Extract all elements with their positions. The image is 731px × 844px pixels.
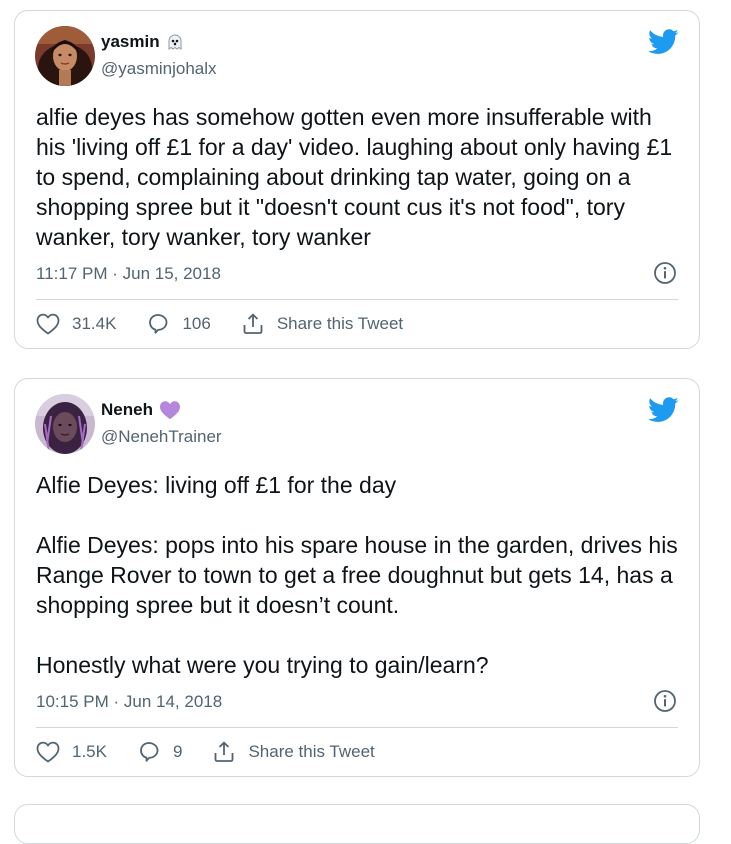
share-button[interactable]: Share this Tweet	[241, 312, 403, 336]
tweet-actions: 31.4K 106 Share this Tweet	[36, 312, 403, 336]
heart-icon	[36, 741, 60, 763]
tweet-card[interactable]: yasmin @yasminjohalx alfie deyes has som…	[14, 10, 700, 349]
display-name[interactable]: Neneh	[101, 400, 153, 420]
reply-button[interactable]: 106	[146, 312, 211, 336]
share-label: Share this Tweet	[276, 314, 404, 333]
info-icon[interactable]	[653, 261, 677, 285]
like-count: 31.4K	[72, 314, 117, 333]
tweet-card[interactable]	[14, 804, 700, 844]
share-label: Share this Tweet	[248, 742, 375, 761]
reply-icon	[137, 740, 161, 764]
like-button[interactable]: 31.4K	[36, 313, 116, 335]
tweet-text: Alfie Deyes: living off £1 for the day A…	[36, 472, 678, 678]
like-button[interactable]: 1.5K	[36, 741, 107, 763]
tweet-card[interactable]: Neneh @NenehTrainer Alfie Deyes: living …	[14, 378, 700, 777]
reply-count: 106	[182, 314, 211, 333]
user-handle[interactable]: @yasminjohalx	[101, 59, 217, 79]
purple-heart-icon	[159, 400, 181, 420]
info-icon[interactable]	[653, 689, 677, 713]
user-handle[interactable]: @NenehTrainer	[101, 427, 222, 447]
like-count: 1.5K	[72, 742, 107, 761]
share-button[interactable]: Share this Tweet	[212, 740, 375, 764]
avatar[interactable]	[35, 26, 95, 86]
avatar[interactable]	[35, 394, 95, 454]
tweet-text: alfie deyes has somehow gotten even more…	[36, 104, 673, 250]
share-icon	[212, 740, 236, 764]
share-icon	[241, 312, 265, 336]
ghost-icon	[166, 33, 184, 51]
twitter-bird-icon[interactable]	[648, 29, 679, 55]
reply-count: 9	[172, 742, 183, 761]
display-name[interactable]: yasmin	[101, 32, 160, 52]
divider	[36, 727, 678, 728]
reply-icon	[146, 312, 170, 336]
tweet-timestamp[interactable]: 11:17 PM · Jun 15, 2018	[36, 264, 221, 284]
tweet-actions: 1.5K 9 Share this Tweet	[36, 740, 375, 764]
tweet-timestamp[interactable]: 10:15 PM · Jun 14, 2018	[36, 692, 222, 712]
reply-button[interactable]: 9	[137, 740, 182, 764]
divider	[36, 299, 678, 300]
twitter-bird-icon[interactable]	[648, 397, 679, 423]
heart-icon	[36, 313, 60, 335]
